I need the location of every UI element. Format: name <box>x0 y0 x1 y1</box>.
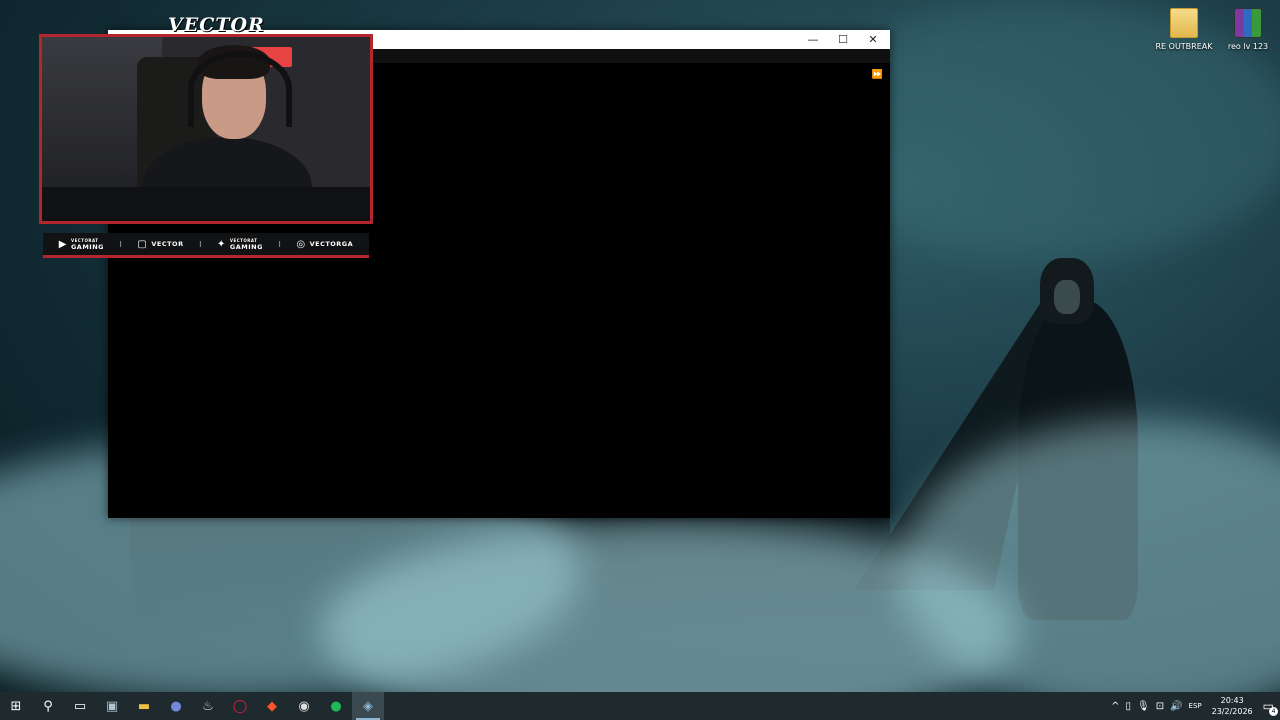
pc-manager-icon[interactable]: ▣ <box>96 692 128 720</box>
clock-date: 23/2/2026 <box>1211 707 1253 716</box>
desktop-icon-label: RE OUTBREAK <box>1155 42 1213 51</box>
obs-icon[interactable]: ◉ <box>288 692 320 720</box>
winrar-archive-icon <box>1234 8 1262 38</box>
volume-icon[interactable]: 🔊 <box>1170 701 1182 712</box>
youtube-icon: ▶ <box>58 238 67 250</box>
social-youtube: ▶ VECTORAT GAMING <box>59 238 104 250</box>
social-line2: GAMING <box>229 243 263 251</box>
search-icon[interactable]: ⚲ <box>32 692 64 720</box>
maximize-button[interactable]: ☐ <box>828 30 858 49</box>
notification-badge: 4 <box>1269 707 1278 716</box>
social-twitch: ▢ VECTOR <box>137 239 183 250</box>
language-indicator[interactable]: ESP <box>1189 702 1202 710</box>
instagram-icon: ◎ <box>296 238 306 250</box>
social-twitter: ✦ VECTORAT GAMING <box>217 238 263 250</box>
spotify-icon[interactable]: ● <box>320 692 352 720</box>
webcam-overlay <box>39 34 373 224</box>
separator: I <box>278 239 281 249</box>
social-line2: VECTORGA <box>309 240 354 248</box>
streamer-logo: VECTOR <box>168 14 265 36</box>
clock[interactable]: 20:43 23/2/2026 <box>1208 695 1257 717</box>
discord-icon[interactable]: ● <box>160 692 192 720</box>
clock-time: 20:43 <box>1220 696 1244 705</box>
desktop-icon-label: reo lv 123 <box>1227 42 1269 51</box>
separator: I <box>119 239 122 249</box>
taskbar: ⊞ ⚲ ▭ ▣ ▬ ● ♨ ◯ ◆ ◉ ● ◈ ^ ▯ 🎙 ⊡ 🔊 ESP 20… <box>0 692 1280 720</box>
twitter-icon: ✦ <box>217 238 226 250</box>
task-view-icon[interactable]: ▭ <box>64 692 96 720</box>
start-button[interactable]: ⊞ <box>0 692 32 720</box>
notification-icon[interactable]: ▭ 4 <box>1263 699 1278 716</box>
active-app-icon[interactable]: ◈ <box>352 692 384 720</box>
opera-gx-icon[interactable]: ◯ <box>224 692 256 720</box>
fast-forward-icon[interactable]: ⏩ <box>872 70 883 80</box>
steam-icon[interactable]: ♨ <box>192 692 224 720</box>
show-hidden-icons-chevron-icon[interactable]: ^ <box>1111 701 1119 712</box>
separator: I <box>199 239 202 249</box>
social-line2: GAMING <box>70 243 104 251</box>
webcam-desk <box>42 187 370 221</box>
close-button[interactable]: ✕ <box>858 30 888 49</box>
desktop-icon-re-outbreak[interactable]: RE OUTBREAK <box>1149 8 1219 51</box>
folder-icon <box>1170 8 1198 38</box>
headset-icon <box>188 51 292 127</box>
social-instagram: ◎ VECTORGA <box>296 239 353 250</box>
network-icon[interactable]: ⊡ <box>1156 701 1164 712</box>
social-line2: VECTOR <box>151 240 184 248</box>
figure-face <box>1054 280 1080 314</box>
system-tray: ^ ▯ 🎙 ⊡ 🔊 ESP 20:43 23/2/2026 ▭ 4 <box>1111 692 1280 720</box>
twitch-icon: ▢ <box>137 238 148 250</box>
social-bar: ▶ VECTORAT GAMING I ▢ VECTOR I ✦ VECTORAT… <box>43 233 369 258</box>
desktop-icon-reo-lv-123[interactable]: reo lv 123 <box>1213 8 1280 51</box>
brave-icon[interactable]: ◆ <box>256 692 288 720</box>
microphone-icon[interactable]: 🎙 <box>1137 701 1150 712</box>
minimize-button[interactable]: — <box>798 30 828 49</box>
device-icon[interactable]: ▯ <box>1125 701 1131 712</box>
file-explorer-icon[interactable]: ▬ <box>128 692 160 720</box>
